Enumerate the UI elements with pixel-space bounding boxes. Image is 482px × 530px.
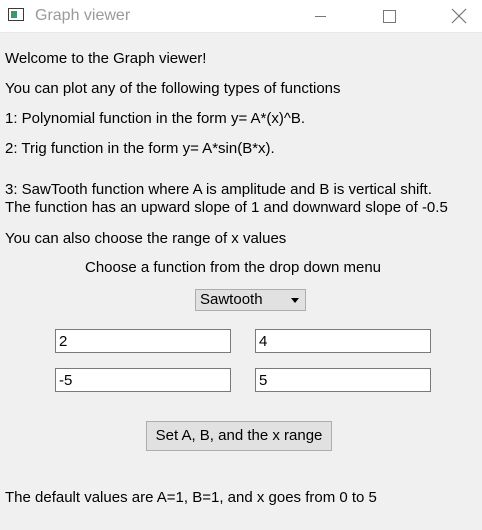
x-min-input[interactable] (55, 368, 231, 392)
function-dropdown-value: Sawtooth (200, 291, 263, 308)
welcome-text: Welcome to the Graph viewer! (5, 50, 207, 67)
x-max-input[interactable] (255, 368, 431, 392)
trig-description: 2: Trig function in the form y= A*sin(B*… (5, 140, 275, 157)
choose-function-label: Choose a function from the drop down men… (85, 259, 382, 276)
function-dropdown[interactable]: Sawtooth (195, 289, 306, 311)
app-window-icon (8, 8, 24, 21)
window-title: Graph viewer (35, 7, 131, 24)
minimize-button[interactable] (297, 0, 343, 32)
range-note: You can also choose the range of x value… (5, 230, 287, 247)
default-values-note: The default values are A=1, B=1, and x g… (5, 489, 377, 506)
polynomial-description: 1: Polynomial function in the form y= A*… (5, 110, 306, 127)
close-button[interactable] (436, 0, 482, 32)
a-value-input[interactable] (55, 329, 231, 353)
close-icon (451, 8, 467, 24)
dropdown-arrow-icon (291, 298, 299, 303)
intro-text: You can plot any of the following types … (5, 80, 341, 97)
b-value-input[interactable] (255, 329, 431, 353)
sawtooth-description: 3: SawTooth function where A is amplitud… (5, 181, 432, 198)
title-bar: Graph viewer (0, 0, 482, 33)
sawtooth-slope-description: The function has an upward slope of 1 an… (5, 199, 448, 216)
minimize-icon (314, 15, 326, 17)
maximize-icon (382, 9, 396, 23)
set-values-button[interactable]: Set A, B, and the x range (146, 421, 332, 451)
maximize-button[interactable] (366, 0, 412, 32)
